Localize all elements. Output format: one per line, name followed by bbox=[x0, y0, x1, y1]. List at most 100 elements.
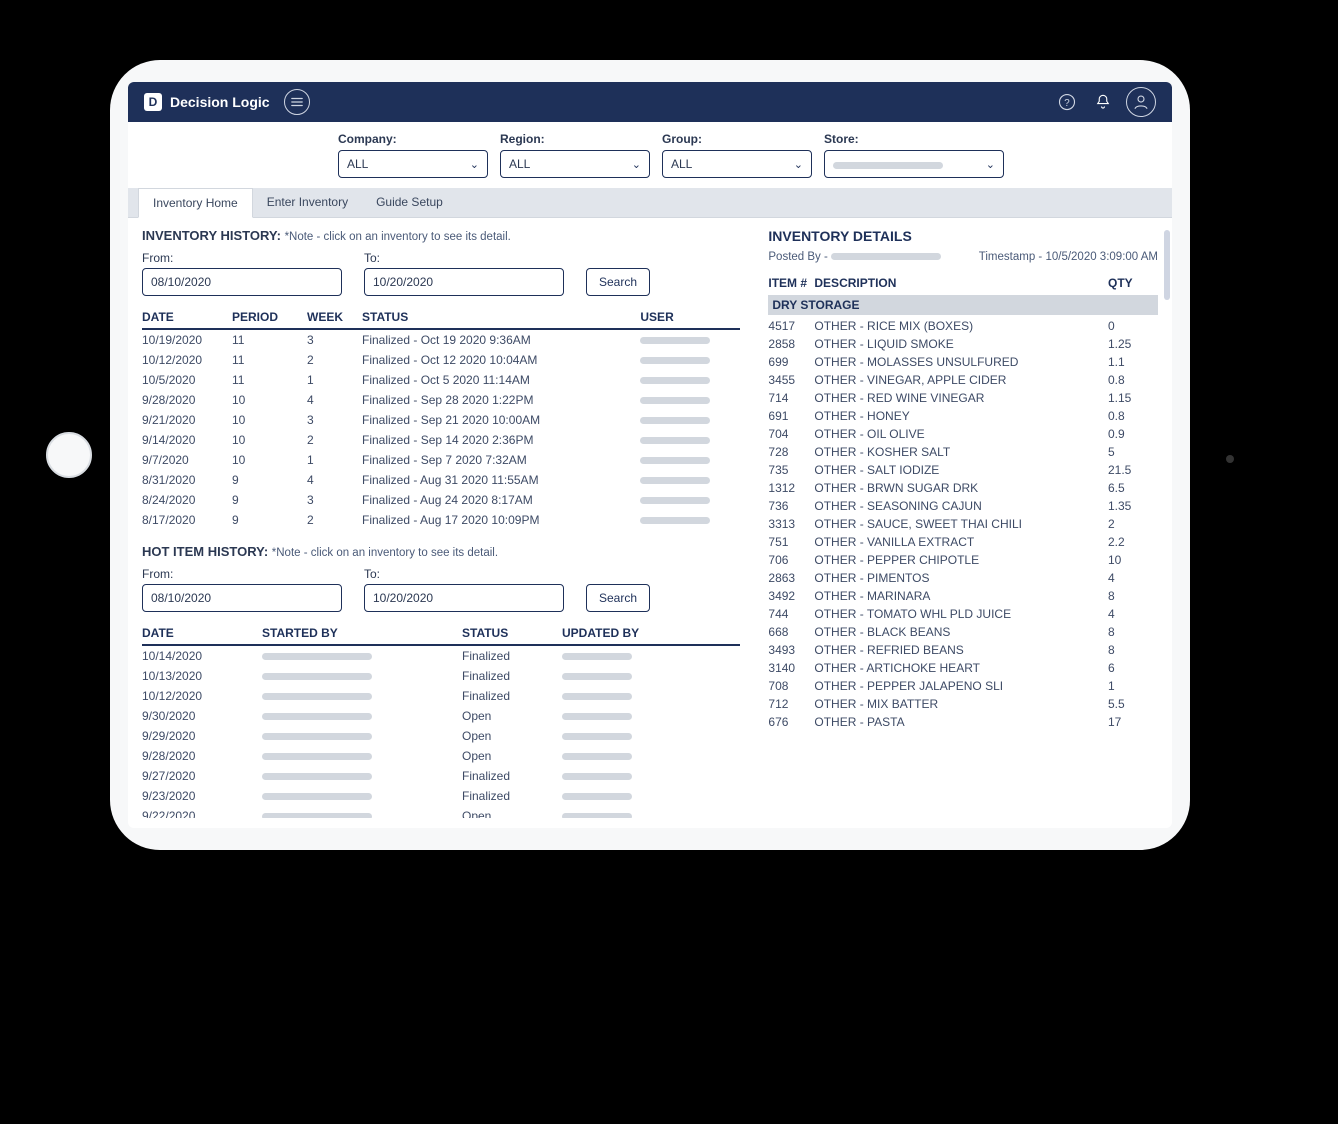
table-row[interactable]: 712OTHER - MIX BATTER5.5 bbox=[768, 695, 1158, 713]
table-row[interactable]: 1312OTHER - BRWN SUGAR DRK6.5 bbox=[768, 479, 1158, 497]
help-button[interactable]: ? bbox=[1054, 89, 1080, 115]
table-row[interactable]: 3493OTHER - REFRIED BEANS8 bbox=[768, 641, 1158, 659]
cell-started-by bbox=[262, 689, 462, 703]
table-row[interactable]: 735OTHER - SALT IODIZE21.5 bbox=[768, 461, 1158, 479]
table-row[interactable]: 8/17/202092Finalized - Aug 17 2020 10:09… bbox=[142, 510, 740, 530]
table-row[interactable]: 9/28/2020Open bbox=[142, 746, 740, 766]
table-row[interactable]: 4517OTHER - RICE MIX (BOXES)0 bbox=[768, 317, 1158, 335]
table-row[interactable]: 9/22/2020Open bbox=[142, 806, 740, 818]
table-row[interactable]: 691OTHER - HONEY0.8 bbox=[768, 407, 1158, 425]
table-row[interactable]: 699OTHER - MOLASSES UNSULFURED1.1 bbox=[768, 353, 1158, 371]
table-row[interactable]: 2858OTHER - LIQUID SMOKE1.25 bbox=[768, 335, 1158, 353]
table-row[interactable]: 714OTHER - RED WINE VINEGAR1.15 bbox=[768, 389, 1158, 407]
table-row[interactable]: 9/23/2020Finalized bbox=[142, 786, 740, 806]
timestamp-value: 10/5/2020 3:09:00 AM bbox=[1045, 251, 1158, 263]
cell-updated-by bbox=[562, 789, 740, 803]
scrollbar[interactable] bbox=[1164, 230, 1170, 300]
table-row[interactable]: 9/7/2020101Finalized - Sep 7 2020 7:32AM bbox=[142, 450, 740, 470]
notifications-button[interactable] bbox=[1094, 93, 1112, 111]
table-row[interactable]: 9/30/2020Open bbox=[142, 706, 740, 726]
table-row[interactable]: 9/29/2020Open bbox=[142, 726, 740, 746]
cell-user bbox=[640, 473, 740, 487]
table-row[interactable]: 736OTHER - SEASONING CAJUN1.35 bbox=[768, 497, 1158, 515]
table-row[interactable]: 9/28/2020104Finalized - Sep 28 2020 1:22… bbox=[142, 390, 740, 410]
table-row[interactable]: 10/19/2020113Finalized - Oct 19 2020 9:3… bbox=[142, 330, 740, 350]
cell-status: Finalized - Aug 17 2020 10:09PM bbox=[362, 513, 640, 527]
table-row[interactable]: 10/12/2020Finalized bbox=[142, 686, 740, 706]
hi-search-button[interactable]: Search bbox=[586, 584, 650, 612]
table-row[interactable]: 10/12/2020112Finalized - Oct 12 2020 10:… bbox=[142, 350, 740, 370]
cell-status: Finalized - Oct 5 2020 11:14AM bbox=[362, 373, 640, 387]
table-row[interactable]: 3455OTHER - VINEGAR, APPLE CIDER0.8 bbox=[768, 371, 1158, 389]
cell-desc: OTHER - KOSHER SALT bbox=[814, 445, 1108, 459]
cell-started-by bbox=[262, 769, 462, 783]
tabs: Inventory Home Enter Inventory Guide Set… bbox=[128, 188, 1172, 218]
table-row[interactable]: 8/24/202093Finalized - Aug 24 2020 8:17A… bbox=[142, 490, 740, 510]
table-row[interactable]: 8/31/202094Finalized - Aug 31 2020 11:55… bbox=[142, 470, 740, 490]
table-row[interactable]: 9/21/2020103Finalized - Sep 21 2020 10:0… bbox=[142, 410, 740, 430]
table-row[interactable]: 3313OTHER - SAUCE, SWEET THAI CHILI2 bbox=[768, 515, 1158, 533]
ih-to-input[interactable]: 10/20/2020 bbox=[364, 268, 564, 296]
table-row[interactable]: 668OTHER - BLACK BEANS8 bbox=[768, 623, 1158, 641]
profile-button[interactable] bbox=[1126, 87, 1156, 117]
cell-status: Finalized - Sep 28 2020 1:22PM bbox=[362, 393, 640, 407]
table-row[interactable]: 3140OTHER - ARTICHOKE HEART6 bbox=[768, 659, 1158, 677]
cell-user bbox=[640, 393, 740, 407]
menu-button[interactable] bbox=[284, 89, 310, 115]
table-row[interactable]: 2863OTHER - PIMENTOS4 bbox=[768, 569, 1158, 587]
cell-started-by bbox=[262, 649, 462, 663]
table-row[interactable]: 10/13/2020Finalized bbox=[142, 666, 740, 686]
inventory-details-title: INVENTORY DETAILS bbox=[768, 228, 1158, 244]
cell-status: Finalized bbox=[462, 689, 562, 703]
posted-by-label: Posted By - bbox=[768, 251, 827, 263]
region-select[interactable]: ALL ⌄ bbox=[500, 150, 650, 178]
tab-enter-inventory[interactable]: Enter Inventory bbox=[253, 188, 362, 217]
cell-desc: OTHER - PIMENTOS bbox=[814, 571, 1108, 585]
store-value-redacted bbox=[833, 162, 943, 169]
cell-desc: OTHER - REFRIED BEANS bbox=[814, 643, 1108, 657]
table-row[interactable]: 728OTHER - KOSHER SALT5 bbox=[768, 443, 1158, 461]
ih-table-header: DATE PERIOD WEEK STATUS USER bbox=[142, 306, 740, 330]
timestamp-label: Timestamp - bbox=[979, 251, 1046, 263]
company-value: ALL bbox=[347, 157, 368, 171]
tab-inventory-home[interactable]: Inventory Home bbox=[138, 188, 253, 218]
table-row[interactable]: 3492OTHER - MARINARA8 bbox=[768, 587, 1158, 605]
posted-by-redacted bbox=[831, 253, 941, 260]
cell-qty: 0 bbox=[1108, 319, 1158, 333]
table-row[interactable]: 9/14/2020102Finalized - Sep 14 2020 2:36… bbox=[142, 430, 740, 450]
details-group-header: DRY STORAGE bbox=[768, 295, 1158, 315]
group-select[interactable]: ALL ⌄ bbox=[662, 150, 812, 178]
cell-qty: 8 bbox=[1108, 589, 1158, 603]
ih-from-input[interactable]: 08/10/2020 bbox=[142, 268, 342, 296]
cell-started-by bbox=[262, 669, 462, 683]
cell-started-by bbox=[262, 789, 462, 803]
cell-qty: 1.15 bbox=[1108, 391, 1158, 405]
table-row[interactable]: 9/27/2020Finalized bbox=[142, 766, 740, 786]
ih-search-button[interactable]: Search bbox=[586, 268, 650, 296]
cell-item: 736 bbox=[768, 499, 814, 513]
cell-qty: 4 bbox=[1108, 571, 1158, 585]
table-row[interactable]: 10/5/2020111Finalized - Oct 5 2020 11:14… bbox=[142, 370, 740, 390]
cell-date: 10/19/2020 bbox=[142, 333, 232, 347]
cell-item: 744 bbox=[768, 607, 814, 621]
table-row[interactable]: 744OTHER - TOMATO WHL PLD JUICE4 bbox=[768, 605, 1158, 623]
cell-period: 11 bbox=[232, 373, 307, 387]
ih-header-user: USER bbox=[640, 310, 740, 324]
cell-week: 3 bbox=[307, 413, 362, 427]
store-select[interactable]: ⌄ bbox=[824, 150, 1004, 178]
cell-updated-by bbox=[562, 709, 740, 723]
tab-guide-setup[interactable]: Guide Setup bbox=[362, 188, 457, 217]
table-row[interactable]: 676OTHER - PASTA17 bbox=[768, 713, 1158, 731]
hi-header-updated: UPDATED BY bbox=[562, 626, 740, 640]
hi-to-input[interactable]: 10/20/2020 bbox=[364, 584, 564, 612]
group-value: ALL bbox=[671, 157, 692, 171]
cell-item: 708 bbox=[768, 679, 814, 693]
table-row[interactable]: 704OTHER - OIL OLIVE0.9 bbox=[768, 425, 1158, 443]
hi-from-input[interactable]: 08/10/2020 bbox=[142, 584, 342, 612]
table-row[interactable]: 751OTHER - VANILLA EXTRACT2.2 bbox=[768, 533, 1158, 551]
table-row[interactable]: 708OTHER - PEPPER JALAPENO SLI1 bbox=[768, 677, 1158, 695]
cell-desc: OTHER - SALT IODIZE bbox=[814, 463, 1108, 477]
table-row[interactable]: 706OTHER - PEPPER CHIPOTLE10 bbox=[768, 551, 1158, 569]
company-select[interactable]: ALL ⌄ bbox=[338, 150, 488, 178]
table-row[interactable]: 10/14/2020Finalized bbox=[142, 646, 740, 666]
